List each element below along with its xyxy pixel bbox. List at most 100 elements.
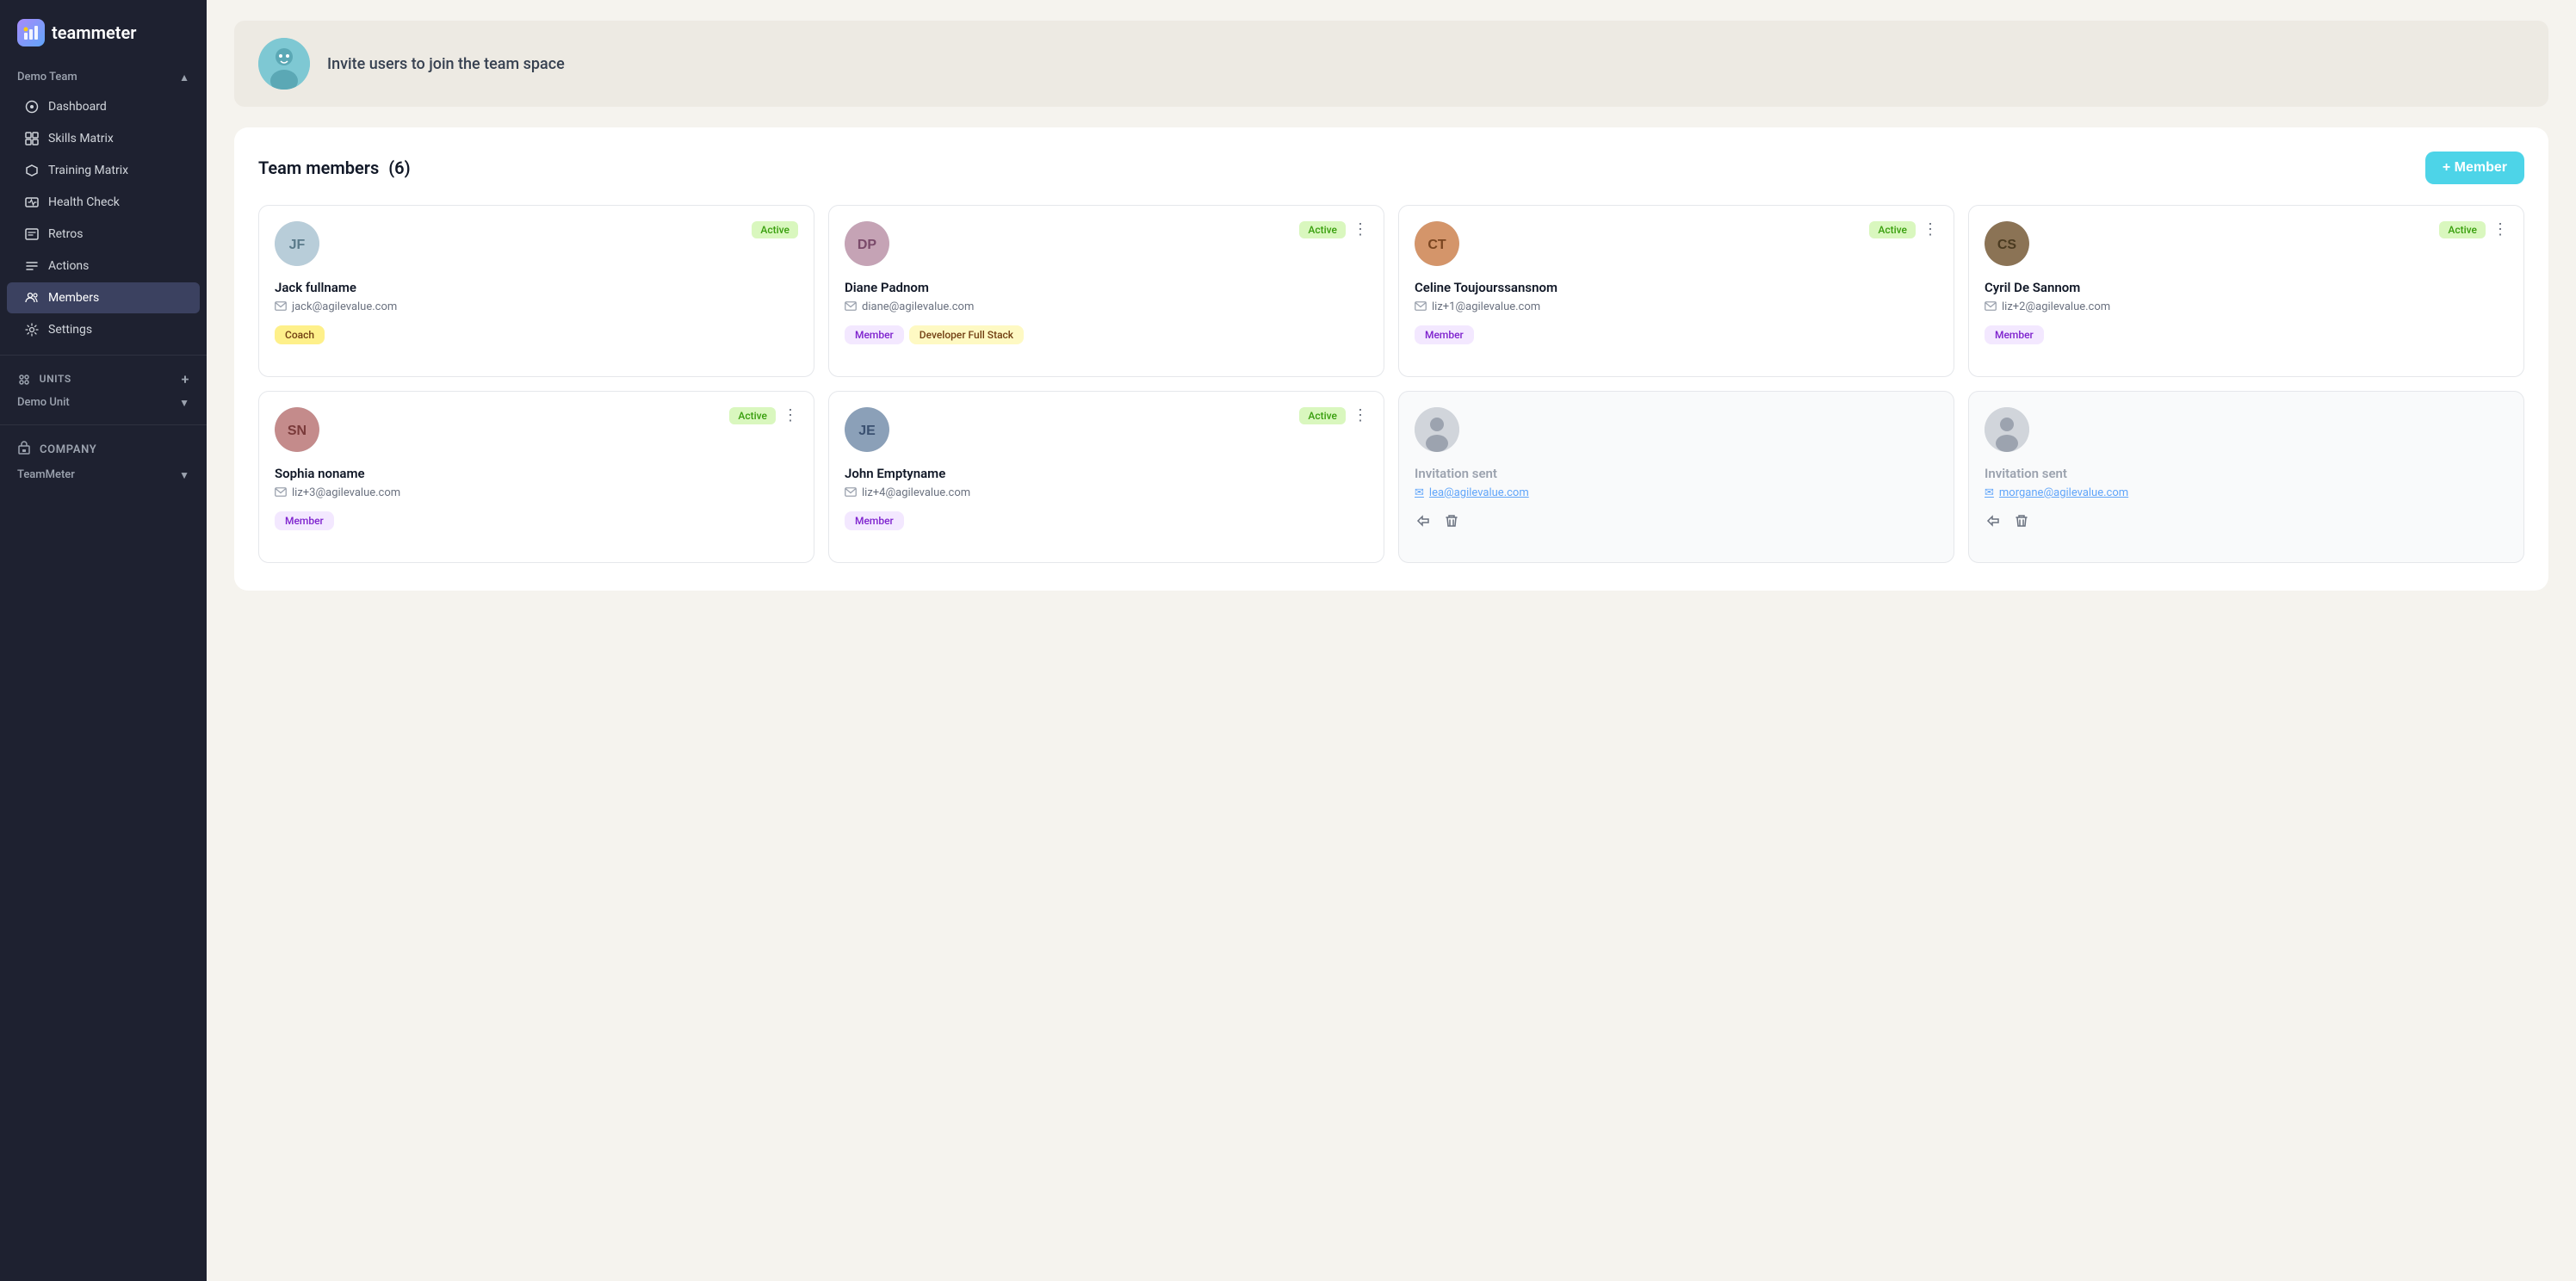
- training-matrix-icon: [24, 163, 40, 178]
- actions-label: Actions: [48, 259, 89, 273]
- member-more-menu[interactable]: ⋮: [1923, 222, 1938, 238]
- envelope-icon: [1415, 301, 1427, 313]
- sidebar-item-members[interactable]: Members: [7, 282, 200, 313]
- main-content: Invite users to join the team space Team…: [207, 0, 2576, 1281]
- invite-banner: Invite users to join the team space: [234, 21, 2548, 107]
- envelope-icon: ✉: [1985, 486, 1994, 499]
- resend-invitation-button[interactable]: [1415, 511, 1434, 535]
- teammeter-label: TeamMeter: [17, 468, 75, 481]
- member-card-top: CT Active ⋮: [1415, 221, 1938, 266]
- member-tags: Member: [1985, 325, 2508, 344]
- member-tags: Coach: [275, 325, 798, 344]
- team-members-title: Team members (6): [258, 158, 411, 178]
- invitation-actions: [1415, 511, 1938, 535]
- member-card-top: [1985, 407, 2508, 452]
- svg-text:SN: SN: [288, 424, 307, 438]
- member-tag: Member: [1985, 325, 2044, 344]
- invite-text: Invite users to join the team space: [327, 55, 565, 73]
- skills-matrix-label: Skills Matrix: [48, 132, 114, 145]
- sidebar-item-dashboard[interactable]: Dashboard: [7, 91, 200, 122]
- member-card-invite2: Invitation sent ✉ morgane@agilevalue.com: [1968, 391, 2524, 563]
- member-name: Diane Padnom: [845, 280, 1368, 295]
- envelope-icon: ✉: [1415, 486, 1424, 499]
- units-label: UNITS: [17, 373, 71, 387]
- team-chevron: ▲: [179, 71, 189, 84]
- team-section-header[interactable]: Demo Team ▲: [0, 67, 207, 90]
- delete-invitation-button[interactable]: [2012, 511, 2031, 535]
- member-more-menu[interactable]: ⋮: [2492, 222, 2508, 238]
- settings-label: Settings: [48, 323, 92, 337]
- sidebar-item-training-matrix[interactable]: Training Matrix: [7, 155, 200, 186]
- member-tag: Coach: [275, 325, 325, 344]
- member-avatar: JF: [275, 221, 319, 266]
- resend-invitation-button[interactable]: [1985, 511, 2003, 535]
- status-badge: Active: [1299, 407, 1346, 424]
- member-more-menu[interactable]: ⋮: [1353, 408, 1368, 424]
- member-status-area: Active ⋮: [1299, 407, 1368, 424]
- member-card-john: JE Active ⋮ John Emptyname liz+4@agileva…: [828, 391, 1384, 563]
- delete-invitation-button[interactable]: [1442, 511, 1461, 535]
- demo-unit-label: Demo Unit: [17, 396, 70, 409]
- member-tags: Member: [275, 511, 798, 530]
- settings-icon: [24, 322, 40, 337]
- member-card-celine: CT Active ⋮ Celine Toujourssansnom liz+1…: [1398, 205, 1954, 377]
- member-card-top: DP Active ⋮: [845, 221, 1368, 266]
- status-badge: Active: [2439, 221, 2486, 238]
- member-name: Sophia noname: [275, 466, 798, 481]
- invitation-title: Invitation sent: [1415, 466, 1938, 481]
- invitation-email: ✉ lea@agilevalue.com: [1415, 486, 1938, 499]
- member-card-diane: DP Active ⋮ Diane Padnom diane@agilevalu…: [828, 205, 1384, 377]
- sidebar-item-health-check[interactable]: Health Check: [7, 187, 200, 218]
- teammeter-section-header[interactable]: TeamMeter ▼: [0, 465, 207, 488]
- invitation-title: Invitation sent: [1985, 466, 2508, 481]
- member-status-area: Active: [752, 221, 798, 238]
- nav-items: Dashboard Skills Matrix Training Matrix Hea…: [0, 90, 207, 346]
- app-name: teammeter: [52, 22, 136, 43]
- dashboard-icon: [24, 99, 40, 114]
- member-card-top: JE Active ⋮: [845, 407, 1368, 452]
- svg-text:DP: DP: [858, 238, 877, 252]
- team-name: Demo Team: [17, 71, 77, 84]
- member-card-top: CS Active ⋮: [1985, 221, 2508, 266]
- invitation-actions: [1985, 511, 2508, 535]
- add-unit-button[interactable]: +: [182, 371, 189, 387]
- member-tags: MemberDeveloper Full Stack: [845, 325, 1368, 344]
- member-status-area: Active ⋮: [729, 407, 798, 424]
- member-more-menu[interactable]: ⋮: [783, 408, 798, 424]
- member-avatar: SN: [275, 407, 319, 452]
- company-item[interactable]: COMPANY: [0, 434, 207, 465]
- member-card-cyril: CS Active ⋮ Cyril De Sannom liz+2@agilev…: [1968, 205, 2524, 377]
- svg-text:JE: JE: [858, 424, 876, 438]
- member-email: diane@agilevalue.com: [845, 300, 1368, 313]
- sidebar-item-skills-matrix[interactable]: Skills Matrix: [7, 123, 200, 154]
- invitation-email: ✉ morgane@agilevalue.com: [1985, 486, 2508, 499]
- sidebar-item-settings[interactable]: Settings: [7, 314, 200, 345]
- retros-label: Retros: [48, 227, 83, 241]
- demo-unit-header[interactable]: Demo Unit ▼: [0, 394, 207, 416]
- logo: teammeter: [0, 0, 207, 67]
- svg-text:CS: CS: [1997, 238, 2017, 252]
- svg-text:CT: CT: [1427, 238, 1446, 252]
- retros-icon: [24, 226, 40, 242]
- member-avatar: DP: [845, 221, 889, 266]
- status-badge: Active: [752, 221, 798, 238]
- training-matrix-label: Training Matrix: [48, 164, 128, 177]
- status-badge: Active: [1869, 221, 1916, 238]
- member-name: Jack fullname: [275, 280, 798, 295]
- sidebar: teammeter Demo Team ▲ Dashboard Skills Ma…: [0, 0, 207, 1281]
- sidebar-item-retros[interactable]: Retros: [7, 219, 200, 250]
- envelope-icon: [275, 301, 287, 313]
- member-tags: Member: [1415, 325, 1938, 344]
- member-tag: Developer Full Stack: [909, 325, 1024, 344]
- member-more-menu[interactable]: ⋮: [1353, 222, 1368, 238]
- sidebar-item-actions[interactable]: Actions: [7, 251, 200, 282]
- add-member-button[interactable]: + Member: [2425, 152, 2524, 184]
- team-members-section: Team members (6) + Member JF Active Jack…: [234, 127, 2548, 591]
- envelope-icon: [845, 487, 857, 499]
- demo-unit-chevron: ▼: [179, 397, 189, 409]
- members-icon: [24, 290, 40, 306]
- member-email: liz+1@agilevalue.com: [1415, 300, 1938, 313]
- invitation-avatar: [1985, 407, 2029, 452]
- member-avatar: CT: [1415, 221, 1459, 266]
- team-members-header: Team members (6) + Member: [258, 152, 2524, 184]
